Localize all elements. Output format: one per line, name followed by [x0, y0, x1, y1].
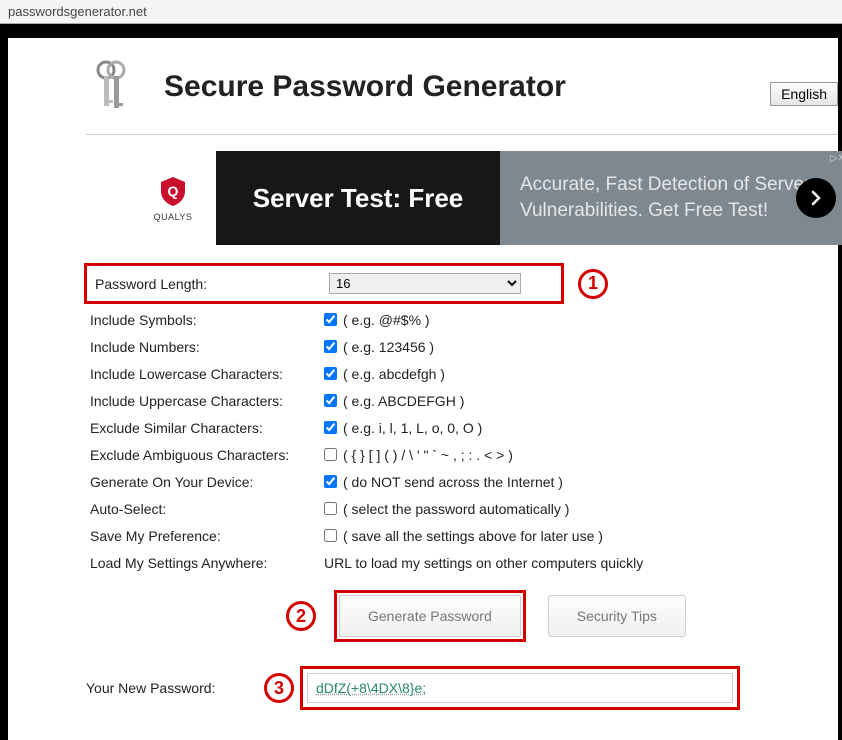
page-title: Secure Password Generator: [164, 70, 566, 104]
exclude-ambiguous-checkbox[interactable]: [324, 448, 337, 461]
password-output[interactable]: [307, 673, 733, 703]
ad-choices-icon[interactable]: ▷✕: [830, 153, 842, 164]
annotation-circle-2: 2: [286, 601, 316, 631]
highlight-box-2: Generate Password: [334, 590, 526, 642]
ad-subtext: Accurate, Fast Detection of Server Vulne…: [500, 151, 842, 245]
include-numbers-label: Include Numbers:: [90, 339, 324, 355]
include-upper-hint: ( e.g. ABCDEFGH ): [343, 393, 464, 409]
generate-local-label: Generate On Your Device:: [90, 474, 324, 490]
auto-select-hint: ( select the password automatically ): [343, 501, 569, 517]
exclude-ambiguous-hint: ( { } [ ] ( ) / \ ' " ` ~ , ; : . < > ): [343, 447, 513, 463]
options-block: Password Length: 16 1 Include Symbols:: [86, 263, 838, 576]
result-label: Your New Password:: [86, 680, 264, 696]
exclude-similar-label: Exclude Similar Characters:: [90, 420, 324, 436]
password-length-label: Password Length:: [95, 276, 329, 292]
option-exclude-similar: Exclude Similar Characters: ( e.g. i, l,…: [86, 414, 838, 441]
option-generate-local: Generate On Your Device: ( do NOT send a…: [86, 468, 838, 495]
include-lower-hint: ( e.g. abcdefgh ): [343, 366, 445, 382]
option-exclude-ambiguous: Exclude Ambiguous Characters: ( { } [ ] …: [86, 441, 838, 468]
include-lower-checkbox[interactable]: [324, 367, 337, 380]
ad-brand-name: QUALYS: [154, 212, 193, 222]
include-upper-label: Include Uppercase Characters:: [90, 393, 324, 409]
page-body: Secure Password Generator English Q QUAL…: [8, 38, 838, 740]
option-include-upper: Include Uppercase Characters: ( e.g. ABC…: [86, 387, 838, 414]
option-load-settings: Load My Settings Anywhere: URL to load m…: [86, 549, 838, 576]
annotation-circle-3: 3: [264, 673, 294, 703]
svg-text:Q: Q: [168, 183, 179, 199]
save-pref-label: Save My Preference:: [90, 528, 324, 544]
keys-icon: [86, 58, 134, 116]
option-auto-select: Auto-Select: ( select the password autom…: [86, 495, 838, 522]
address-bar: passwordsgenerator.net: [0, 0, 842, 24]
chevron-right-icon: [808, 190, 824, 206]
exclude-similar-checkbox[interactable]: [324, 421, 337, 434]
exclude-ambiguous-label: Exclude Ambiguous Characters:: [90, 447, 324, 463]
option-password-length: Password Length: 16: [91, 270, 557, 297]
ad-banner[interactable]: Q QUALYS Server Test: Free Accurate, Fas…: [130, 151, 842, 245]
page-frame: Secure Password Generator English Q QUAL…: [0, 24, 842, 740]
button-row: 2 Generate Password Security Tips: [286, 590, 838, 642]
generate-local-hint: ( do NOT send across the Internet ): [343, 474, 563, 490]
option-save-pref: Save My Preference: ( save all the setti…: [86, 522, 838, 549]
language-select[interactable]: English: [770, 82, 838, 106]
save-pref-hint: ( save all the settings above for later …: [343, 528, 603, 544]
include-symbols-label: Include Symbols:: [90, 312, 324, 328]
exclude-similar-hint: ( e.g. i, l, 1, L, o, 0, O ): [343, 420, 482, 436]
auto-select-checkbox[interactable]: [324, 502, 337, 515]
include-symbols-checkbox[interactable]: [324, 313, 337, 326]
password-length-select[interactable]: 16: [329, 273, 521, 294]
result-row: Your New Password: 3: [86, 666, 838, 710]
include-lower-label: Include Lowercase Characters:: [90, 366, 324, 382]
ad-arrow-button[interactable]: [796, 178, 836, 218]
generate-local-checkbox[interactable]: [324, 475, 337, 488]
qualys-shield-icon: Q: [159, 175, 187, 207]
option-include-numbers: Include Numbers: ( e.g. 123456 ): [86, 333, 838, 360]
generate-password-button[interactable]: Generate Password: [339, 595, 521, 637]
include-numbers-checkbox[interactable]: [324, 340, 337, 353]
option-include-symbols: Include Symbols: ( e.g. @#$% ): [86, 306, 838, 333]
annotation-circle-1: 1: [578, 269, 608, 299]
highlight-box-1: Password Length: 16: [84, 263, 564, 304]
security-tips-button[interactable]: Security Tips: [548, 595, 686, 637]
auto-select-label: Auto-Select:: [90, 501, 324, 517]
save-pref-checkbox[interactable]: [324, 529, 337, 542]
include-numbers-hint: ( e.g. 123456 ): [343, 339, 434, 355]
header: Secure Password Generator English: [86, 58, 838, 135]
ad-brand-block: Q QUALYS: [130, 151, 216, 245]
load-settings-label: Load My Settings Anywhere:: [90, 555, 324, 571]
highlight-box-3: [300, 666, 740, 710]
include-upper-checkbox[interactable]: [324, 394, 337, 407]
include-symbols-hint: ( e.g. @#$% ): [343, 312, 430, 328]
option-include-lower: Include Lowercase Characters: ( e.g. abc…: [86, 360, 838, 387]
load-settings-text[interactable]: URL to load my settings on other compute…: [324, 555, 643, 571]
ad-headline: Server Test: Free: [216, 151, 500, 245]
